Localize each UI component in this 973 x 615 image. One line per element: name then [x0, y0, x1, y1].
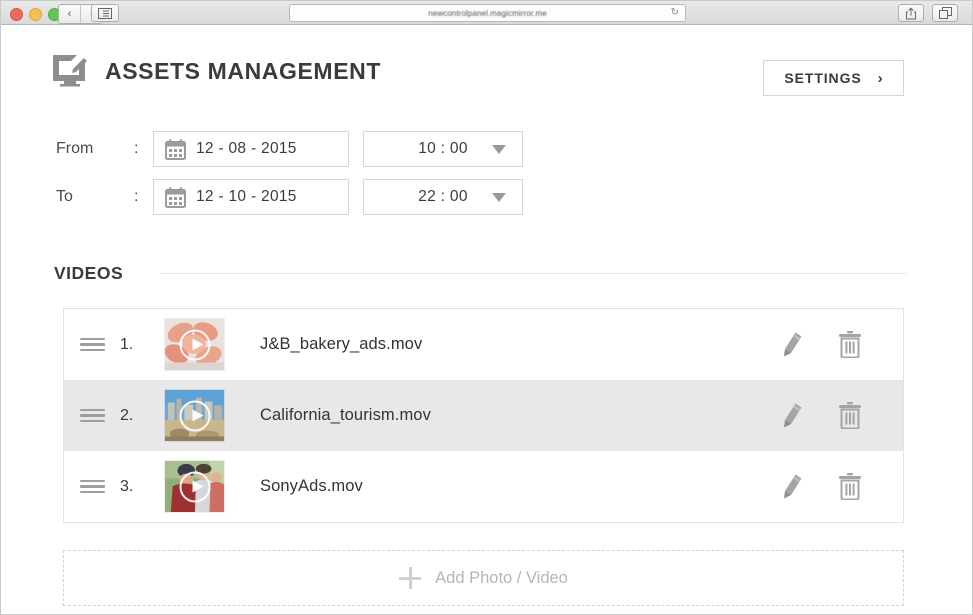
videos-section-header: VIDEOS — [54, 263, 906, 284]
delete-button[interactable] — [821, 309, 879, 380]
table-row[interactable]: 3. SonyAds.mov — [64, 451, 903, 522]
chevron-down-icon — [492, 192, 506, 202]
address-bar[interactable]: newcontrolpanel.magicmirror.me ↻ — [289, 4, 686, 22]
page-content: ASSETS MANAGEMENT SETTINGS › From : 12 -… — [1, 26, 972, 614]
calendar-icon — [154, 187, 196, 208]
play-icon[interactable] — [179, 471, 210, 502]
plus-icon — [399, 567, 422, 589]
url-text: newcontrolpanel.magicmirror.me — [428, 8, 547, 18]
to-date-value: 12 - 10 - 2015 — [196, 188, 297, 205]
toolbar-right-buttons — [898, 4, 958, 22]
from-date-value: 12 - 08 - 2015 — [196, 140, 297, 157]
pencil-icon — [783, 403, 801, 428]
from-date-input[interactable]: 12 - 08 - 2015 — [153, 131, 349, 167]
table-row[interactable]: 2. California_tourism.mov — [64, 380, 903, 451]
to-time-select[interactable]: 22 : 00 — [363, 179, 523, 215]
play-icon[interactable] — [179, 329, 210, 360]
calendar-icon — [154, 139, 196, 160]
share-icon — [906, 6, 916, 19]
to-date-input[interactable]: 12 - 10 - 2015 — [153, 179, 349, 215]
add-media-label: Add Photo / Video — [435, 568, 568, 587]
share-button[interactable] — [898, 4, 924, 22]
reload-icon[interactable]: ↻ — [671, 8, 679, 18]
drag-handle-icon[interactable] — [64, 406, 120, 426]
row-actions — [763, 380, 903, 451]
video-list: 1. J&B_bakery_ads.mov 2. California_tour… — [63, 308, 904, 523]
screen-edit-icon — [53, 55, 87, 87]
to-row: To : 12 - 10 - 2015 22: 00 — [56, 179, 523, 215]
edit-button[interactable] — [763, 451, 821, 522]
pencil-icon — [783, 332, 801, 357]
row-index: 3. — [120, 477, 134, 495]
sidebar-icon — [98, 7, 112, 19]
trash-icon — [839, 473, 861, 500]
from-row: From : 12 - 08 - 2015 10: 00 — [56, 131, 523, 167]
row-actions — [763, 451, 903, 522]
video-thumbnail[interactable] — [164, 318, 225, 371]
trash-icon — [839, 402, 861, 429]
from-time-value: 10 : 00 — [418, 140, 468, 157]
delete-button[interactable] — [821, 451, 879, 522]
page-title: ASSETS MANAGEMENT — [105, 57, 381, 84]
drag-handle-icon[interactable] — [64, 477, 120, 497]
video-thumbnail[interactable] — [164, 460, 225, 513]
browser-window: ‹ › newcontrolpanel.magicmirror.me ↻ — [0, 0, 973, 615]
browser-titlebar: ‹ › newcontrolpanel.magicmirror.me ↻ — [1, 1, 972, 25]
to-colon: : — [134, 188, 139, 205]
edit-button[interactable] — [763, 309, 821, 380]
from-label: From — [56, 140, 94, 157]
date-range-form: From : 12 - 08 - 2015 10: 00 To: 12 - … — [56, 131, 523, 227]
video-name: J&B_bakery_ads.mov — [260, 335, 423, 353]
minimize-window-button[interactable] — [29, 8, 42, 21]
videos-section-title: VIDEOS — [54, 263, 124, 283]
chevron-down-icon — [492, 144, 506, 154]
from-time-select[interactable]: 10 : 00 — [363, 131, 523, 167]
close-window-button[interactable] — [10, 8, 23, 21]
trash-icon — [839, 331, 861, 358]
back-button[interactable]: ‹ — [59, 5, 80, 23]
show-tabs-button[interactable] — [932, 4, 958, 22]
page-header: ASSETS MANAGEMENT — [51, 53, 381, 89]
window-controls — [10, 8, 61, 21]
table-row[interactable]: 1. J&B_bakery_ads.mov — [64, 309, 903, 380]
chevron-right-icon: › — [877, 69, 883, 87]
pencil-icon — [783, 474, 801, 499]
drag-handle-bars — [79, 477, 105, 497]
settings-button[interactable]: SETTINGS › — [763, 60, 904, 96]
to-time-value: 22 : 00 — [418, 188, 468, 205]
section-divider — [161, 272, 906, 275]
settings-button-label: SETTINGS — [784, 70, 862, 86]
sidebar-toggle-button[interactable] — [91, 4, 119, 22]
tabs-icon — [938, 7, 952, 19]
to-label: To — [56, 188, 73, 205]
drag-handle-icon[interactable] — [64, 335, 120, 355]
row-index: 1. — [120, 335, 134, 353]
row-index: 2. — [120, 406, 134, 424]
video-name: California_tourism.mov — [260, 406, 431, 424]
video-name: SonyAds.mov — [260, 477, 363, 495]
drag-handle-bars — [79, 406, 105, 426]
video-thumbnail[interactable] — [164, 389, 225, 442]
drag-handle-bars — [79, 335, 105, 355]
from-colon: : — [134, 140, 139, 157]
edit-button[interactable] — [763, 380, 821, 451]
play-icon[interactable] — [179, 400, 210, 431]
delete-button[interactable] — [821, 380, 879, 451]
row-actions — [763, 309, 903, 380]
add-media-button[interactable]: Add Photo / Video — [63, 550, 904, 606]
back-icon: ‹ — [67, 8, 72, 20]
